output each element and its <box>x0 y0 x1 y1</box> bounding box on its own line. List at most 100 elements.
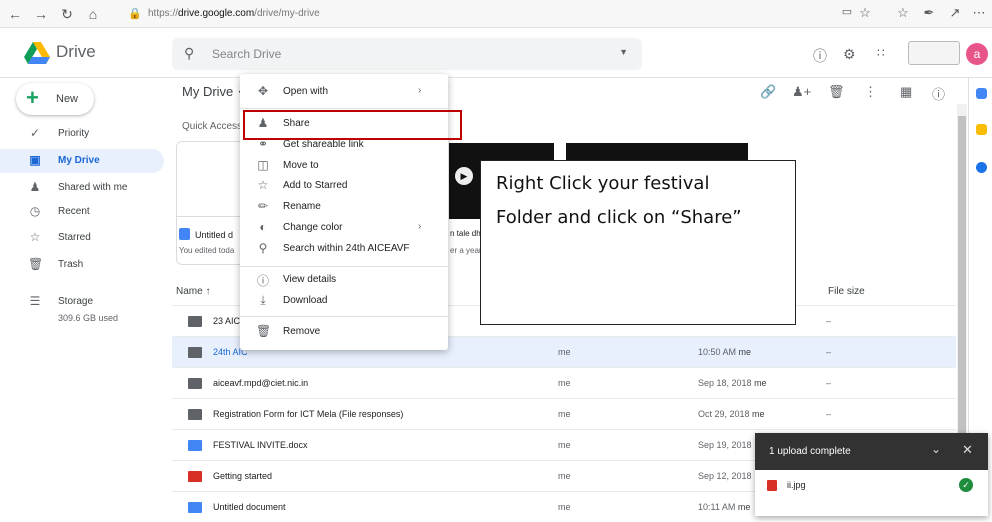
favorites-list-icon[interactable]: ☆ <box>894 5 912 21</box>
file-size: – <box>826 316 832 326</box>
breadcrumb-label: My Drive <box>182 84 234 99</box>
menu-item-download[interactable]: ⤓ Download <box>240 291 448 311</box>
docs-icon <box>179 228 190 240</box>
menu-item-add-to-starred[interactable]: ☆ Add to Starred <box>240 176 448 196</box>
more-vert-icon[interactable]: ⋮ <box>864 84 877 100</box>
menu-item-rename[interactable]: ✏ Rename <box>240 197 448 217</box>
sidebar-item-storage[interactable]: ☰ Storage <box>0 290 164 314</box>
favorite-star-icon[interactable]: ☆ <box>856 5 874 21</box>
quick-access-card-name: n tale dh <box>450 229 481 238</box>
back-arrow-icon[interactable]: ← <box>6 5 24 23</box>
more-icon[interactable]: ⋯ <box>970 5 988 21</box>
avatar[interactable]: a <box>966 43 988 65</box>
menu-item-search-within[interactable]: ⚲ Search within 24th AICEAVF <box>240 239 448 259</box>
shared-folder-icon <box>188 409 202 420</box>
sidebar-item-label: Trash <box>58 259 84 270</box>
file-owner: me <box>558 502 571 512</box>
address-bar[interactable]: https://drive.google.com/drive/my-drive <box>148 4 838 24</box>
sidebar-item-trash[interactable]: 🗑 Trash <box>0 253 164 277</box>
chevron-down-icon[interactable]: ⌄ <box>931 442 941 456</box>
brand-name: Drive <box>56 42 96 61</box>
instruction-callout: Right Click your festival Folder and cli… <box>480 160 796 325</box>
help-icon[interactable]: ⓘ <box>813 46 827 66</box>
search-input[interactable]: ⚲ Search Drive ▼ <box>172 38 642 70</box>
new-button[interactable]: + New <box>16 83 94 115</box>
menu-item-view-details[interactable]: ⓘ View details <box>240 270 448 290</box>
drive-header: Drive ⚲ Search Drive ▼ ⓘ ⚙ ∷ a <box>0 28 992 78</box>
toast-header: 1 upload complete ⌄ ✕ <box>755 433 988 470</box>
pen-icon[interactable]: ✒ <box>920 5 938 21</box>
file-modified: 10:11 AM me <box>698 502 751 512</box>
menu-item-label: View details <box>283 274 337 285</box>
link-icon[interactable]: 🔗 <box>760 84 776 100</box>
storage-icon: ☰ <box>29 294 41 308</box>
menu-item-label: Move to <box>283 160 319 171</box>
settings-gear-icon[interactable]: ⚙ <box>843 46 856 63</box>
file-modified: Sep 19, 2018 <box>698 440 752 450</box>
sidebar-item-label: Priority <box>58 128 90 139</box>
menu-item-move-to[interactable]: ◫ Move to <box>240 156 448 176</box>
play-icon: ▶ <box>455 167 473 185</box>
forward-arrow-icon[interactable]: → <box>32 5 50 23</box>
quick-access-label: Quick Access <box>182 121 243 132</box>
reading-view-icon[interactable]: ▭ <box>838 5 856 18</box>
browser-toolbar: ← → ↻ ⌂ 🔒 https://drive.google.com/drive… <box>0 0 992 28</box>
file-owner: me <box>558 440 571 450</box>
search-options-icon[interactable]: ▼ <box>619 47 628 57</box>
menu-item-label: Download <box>283 295 328 306</box>
quick-access-card-sub: You edited toda <box>179 246 235 255</box>
file-modified: Sep 12, 2018 <box>698 471 752 481</box>
lock-icon: 🔒 <box>128 8 142 20</box>
file-name: Untitled document <box>213 502 286 512</box>
callout-line: Right Click your festival <box>496 173 710 194</box>
uploaded-file-name[interactable]: ii.jpg <box>787 480 806 490</box>
toast-title: 1 upload complete <box>769 446 851 457</box>
table-row[interactable]: Registration Form for ICT Mela (File res… <box>172 398 956 429</box>
menu-item-label: Open with <box>283 86 329 97</box>
chevron-right-icon: › <box>418 85 422 96</box>
sidebar-item-starred[interactable]: ☆ Starred <box>0 226 164 250</box>
close-icon[interactable]: ✕ <box>962 442 973 458</box>
grid-view-icon[interactable]: ▦ <box>900 84 912 100</box>
sidebar-item-shared-with-me[interactable]: ♟ Shared with me <box>0 176 164 200</box>
sidebar-item-priority[interactable]: ✓ Priority <box>0 122 164 146</box>
breadcrumb[interactable]: My Drive ▼ <box>182 84 246 99</box>
refresh-icon[interactable]: ↻ <box>58 5 76 23</box>
add-person-icon[interactable]: ♟+ <box>792 84 811 100</box>
scrollbar-thumb[interactable] <box>958 116 966 436</box>
move-folder-icon: ◫ <box>257 158 269 172</box>
menu-item-label: Change color <box>283 222 343 233</box>
star-icon: ☆ <box>29 230 41 244</box>
move-arrows-icon: ✥ <box>257 84 269 98</box>
calendar-icon[interactable] <box>976 88 987 99</box>
sidebar-item-label: Starred <box>58 232 91 243</box>
drive-logo-icon <box>24 42 50 64</box>
star-icon: ☆ <box>257 178 269 192</box>
keep-icon[interactable] <box>976 124 987 135</box>
divider <box>240 316 448 317</box>
menu-item-remove[interactable]: 🗑 Remove <box>240 322 448 342</box>
file-owner: me <box>558 347 571 357</box>
check-circle-icon: ✓ <box>29 126 41 140</box>
name-column-label: Name <box>176 286 203 297</box>
tasks-icon[interactable] <box>976 162 987 173</box>
sidebar-item-my-drive[interactable]: ▣ My Drive <box>0 149 164 173</box>
menu-item-change-color[interactable]: ◐ Change color › <box>240 218 448 238</box>
file-modified: Sep 18, 2018 me <box>698 378 767 388</box>
plus-icon: + <box>26 85 39 110</box>
share-highlight-box <box>243 110 462 140</box>
search-icon: ⚲ <box>184 45 195 61</box>
callout-line: Folder and click on “Share” <box>496 207 742 228</box>
size-column-header[interactable]: File size <box>828 286 865 297</box>
table-row[interactable]: aiceavf.mpd@ciet.nic.in me Sep 18, 2018 me… <box>172 367 956 398</box>
home-icon[interactable]: ⌂ <box>84 5 102 23</box>
trash-icon[interactable]: 🗑 <box>828 84 845 100</box>
info-icon[interactable]: ⓘ <box>932 84 945 103</box>
folder-icon <box>188 378 202 389</box>
share-browser-icon[interactable]: ↗ <box>946 5 964 21</box>
name-column-header[interactable]: Name ↑ <box>176 286 210 297</box>
menu-item-label: Remove <box>283 326 321 337</box>
apps-grid-icon[interactable]: ∷ <box>877 46 885 60</box>
menu-item-open-with[interactable]: ✥ Open with › <box>240 82 448 102</box>
sidebar-item-recent[interactable]: ◷ Recent <box>0 200 164 224</box>
